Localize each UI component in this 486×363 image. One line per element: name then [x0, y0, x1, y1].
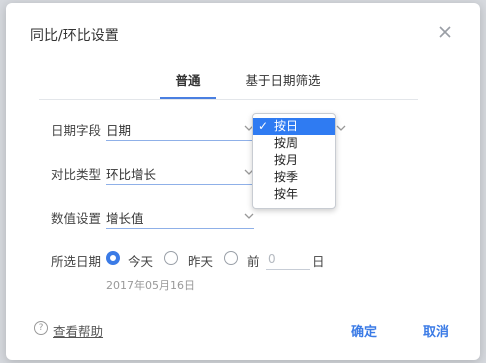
period-dropdown-menu: ✓ 按日 按周 按月 按季 按年: [252, 113, 336, 209]
help-link-label[interactable]: 查看帮助: [53, 321, 103, 340]
tab-bar: 普通 基于日期筛选: [6, 69, 480, 99]
date-field-label: 日期字段: [51, 123, 102, 138]
value-setting-label: 数值设置: [51, 211, 102, 226]
dropdown-option-label: 按日: [274, 119, 299, 133]
date-field-value: 日期: [106, 123, 132, 138]
tab-divider: [39, 99, 418, 100]
help-circle-icon: ?: [34, 321, 48, 335]
dropdown-option-year[interactable]: 按年: [253, 186, 335, 203]
tab-date-filter[interactable]: 基于日期筛选: [228, 69, 338, 97]
chevron-down-icon: [336, 125, 346, 131]
dropdown-option-week[interactable]: 按周: [253, 135, 335, 152]
previous-days-input[interactable]: [266, 249, 310, 270]
chevron-down-icon: [244, 213, 254, 219]
radio-today-label[interactable]: 今天: [128, 251, 153, 270]
comparison-settings-dialog: 同比/环比设置 普通 基于日期筛选 日期字段 日期 对比类型 环比增长 数值设置…: [6, 3, 480, 360]
tab-normal[interactable]: 普通: [160, 69, 216, 99]
radio-today[interactable]: [106, 251, 120, 265]
dialog-title: 同比/环比设置: [30, 28, 119, 44]
value-setting-value: 增长值: [106, 211, 144, 226]
selected-date-note: 2017年05月16日: [106, 279, 195, 292]
radio-previous-label[interactable]: 前: [247, 251, 260, 270]
compare-type-label: 对比类型: [51, 167, 102, 182]
dropdown-option-quarter[interactable]: 按季: [253, 169, 335, 186]
confirm-button[interactable]: 确定: [351, 321, 377, 340]
radio-yesterday-label[interactable]: 昨天: [188, 251, 213, 270]
radio-yesterday[interactable]: [164, 251, 178, 265]
dropdown-option-label: 按月: [274, 153, 299, 167]
days-suffix: 日: [312, 254, 325, 269]
dropdown-option-day[interactable]: ✓ 按日: [253, 118, 335, 135]
compare-type-select[interactable]: 环比增长: [106, 160, 254, 185]
radio-previous[interactable]: [224, 251, 238, 265]
dropdown-option-label: 按周: [274, 136, 299, 150]
cancel-button[interactable]: 取消: [423, 321, 449, 340]
date-field-select[interactable]: 日期: [106, 116, 254, 141]
close-icon[interactable]: [438, 25, 452, 39]
check-icon: ✓: [258, 119, 269, 133]
selected-date-label: 所选日期: [51, 254, 102, 269]
compare-type-value: 环比增长: [106, 167, 157, 182]
dropdown-option-label: 按年: [274, 187, 299, 201]
dropdown-option-month[interactable]: 按月: [253, 152, 335, 169]
value-setting-select[interactable]: 增长值: [106, 204, 254, 229]
dropdown-option-label: 按季: [274, 170, 299, 184]
